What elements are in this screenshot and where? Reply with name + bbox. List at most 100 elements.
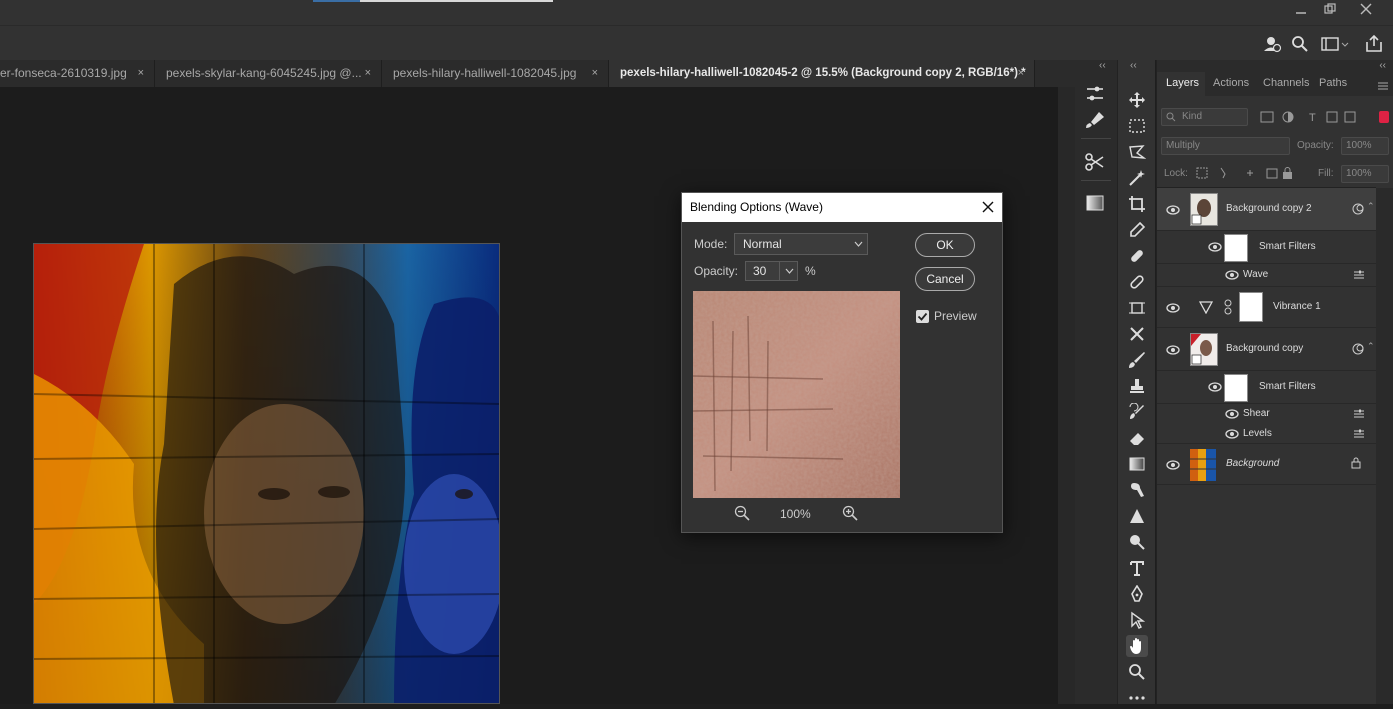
workspace-button[interactable]: [1320, 34, 1350, 54]
eyedropper-tool[interactable]: [1126, 219, 1148, 241]
more-tools-button[interactable]: [1126, 687, 1148, 709]
zoom-in-button[interactable]: [842, 505, 858, 521]
eye-icon[interactable]: [1166, 460, 1180, 470]
tab-hilary-halliwell-2[interactable]: pexels-hilary-halliwell-1082045-2 @ 15.5…: [609, 60, 1035, 87]
frame-tool[interactable]: [1126, 297, 1148, 319]
portrait-thumbnail-icon: [1191, 334, 1217, 365]
layer-background[interactable]: Background: [1157, 444, 1376, 485]
path-selection-tool[interactable]: [1126, 609, 1148, 631]
opacity-input[interactable]: 30: [745, 261, 798, 281]
layers-scrollbar[interactable]: [1376, 188, 1393, 704]
tab-hilary-halliwell[interactable]: pexels-hilary-halliwell-1082045.jpg ×: [382, 60, 609, 87]
cancel-button[interactable]: Cancel: [915, 267, 975, 291]
link-icon[interactable]: [1224, 299, 1232, 315]
blur-tool[interactable]: [1126, 479, 1148, 501]
eye-icon[interactable]: [1208, 382, 1222, 392]
ok-button[interactable]: OK: [915, 233, 975, 257]
close-window-button[interactable]: [1354, 3, 1378, 19]
filter-blend-options-icon[interactable]: [1353, 270, 1365, 280]
eyedropper-icon: [1130, 221, 1146, 237]
document-artwork[interactable]: [33, 243, 500, 704]
clone-source-button[interactable]: [1084, 152, 1106, 172]
restore-button[interactable]: [1318, 3, 1342, 19]
filter-blend-options-icon[interactable]: [1353, 429, 1365, 439]
lasso-tool[interactable]: [1126, 141, 1148, 163]
patch-tool[interactable]: [1126, 271, 1148, 293]
filter-preview[interactable]: [693, 291, 900, 498]
crop-tool[interactable]: [1126, 193, 1148, 215]
tab-paths[interactable]: Paths: [1319, 77, 1347, 89]
eye-icon[interactable]: [1166, 303, 1180, 313]
history-brush-tool[interactable]: [1126, 401, 1148, 423]
filter-shear[interactable]: Shear: [1157, 404, 1376, 424]
tab-close-icon[interactable]: ×: [592, 60, 598, 87]
filter-wave[interactable]: Wave: [1157, 264, 1376, 287]
collapse-arrow-icon[interactable]: ⌃: [1367, 341, 1375, 352]
tab-close-icon[interactable]: ×: [365, 60, 371, 87]
gradient-tool[interactable]: [1126, 453, 1148, 475]
collapse-arrow-icon[interactable]: ⌃: [1367, 201, 1375, 212]
bandage-icon: [1131, 250, 1143, 262]
layer-smart-filters-1[interactable]: Smart Filters: [1157, 231, 1376, 264]
properties-panel-button[interactable]: [1084, 84, 1106, 104]
dodge-tool[interactable]: [1126, 531, 1148, 553]
tab-close-icon[interactable]: ×: [1018, 60, 1024, 87]
magic-wand-tool[interactable]: [1126, 167, 1148, 189]
zoom-out-button[interactable]: [734, 505, 750, 521]
canvas-scrollbar[interactable]: [1058, 87, 1075, 704]
hand-tool[interactable]: [1126, 635, 1148, 657]
zoom-tool[interactable]: [1126, 661, 1148, 683]
layer-background-copy-2[interactable]: Background copy 2 ⌃: [1157, 188, 1376, 231]
clone-stamp-tool[interactable]: [1126, 375, 1148, 397]
layer-fill-field[interactable]: 100%: [1341, 165, 1389, 183]
share-button[interactable]: [1364, 34, 1384, 54]
filter-toggle[interactable]: [1379, 111, 1389, 123]
tab-close-icon[interactable]: ×: [138, 60, 144, 87]
eye-icon[interactable]: [1225, 429, 1239, 439]
filter-blend-options-icon[interactable]: [1353, 409, 1365, 419]
filter-levels[interactable]: Levels: [1157, 424, 1376, 444]
preview-label: Preview: [934, 309, 977, 323]
eraser-tool[interactable]: [1126, 427, 1148, 449]
sharpen-tool[interactable]: [1126, 505, 1148, 527]
panel-collapse-toggle[interactable]: ‹‹: [1379, 60, 1386, 71]
blend-mode-select[interactable]: Multiply: [1161, 137, 1290, 155]
layer-name: Shear: [1243, 408, 1270, 419]
marquee-tool[interactable]: [1126, 115, 1148, 137]
eye-icon[interactable]: [1166, 205, 1180, 215]
lock-icons[interactable]: [1195, 166, 1295, 180]
eye-icon[interactable]: [1225, 409, 1239, 419]
dialog-close-button[interactable]: [980, 199, 996, 215]
brush-settings-button[interactable]: [1084, 110, 1106, 130]
tab-fonseca[interactable]: er-fonseca-2610319.jpg ×: [0, 60, 155, 87]
brush-tool[interactable]: [1126, 349, 1148, 371]
gradients-panel-button[interactable]: [1085, 194, 1105, 212]
tab-skylar-kang[interactable]: pexels-skylar-kang-6045245.jpg @... ×: [155, 60, 382, 87]
move-tool[interactable]: [1126, 89, 1148, 111]
tab-actions[interactable]: Actions: [1213, 77, 1249, 89]
layer-filter-kind[interactable]: Kind: [1161, 108, 1248, 126]
learn-button[interactable]: [1262, 34, 1282, 54]
healing-brush-tool[interactable]: [1126, 245, 1148, 267]
layer-opacity-field[interactable]: 100%: [1341, 137, 1389, 155]
layer-vibrance-1[interactable]: Vibrance 1: [1157, 287, 1376, 328]
search-button[interactable]: [1290, 34, 1310, 54]
chevron-down-icon[interactable]: [785, 268, 794, 274]
eye-icon[interactable]: [1166, 345, 1180, 355]
eye-icon[interactable]: [1225, 270, 1239, 280]
preview-checkbox[interactable]: [916, 310, 929, 323]
panel-menu-button[interactable]: [1377, 80, 1389, 90]
layer-background-copy[interactable]: Background copy ⌃: [1157, 328, 1376, 371]
eye-icon[interactable]: [1208, 242, 1222, 252]
mode-select[interactable]: Normal: [734, 233, 868, 255]
tab-layers[interactable]: Layers: [1166, 77, 1199, 89]
type-tool[interactable]: [1126, 557, 1148, 579]
dialog-title-bar[interactable]: Blending Options (Wave): [682, 193, 1002, 222]
minimize-button[interactable]: [1289, 3, 1313, 19]
collapse-toggle[interactable]: ‹‹: [1099, 60, 1106, 71]
pen-tool[interactable]: [1126, 583, 1148, 605]
layer-smart-filters-2[interactable]: Smart Filters: [1157, 371, 1376, 404]
tools-collapse-toggle[interactable]: ‹‹: [1130, 60, 1137, 71]
tab-channels[interactable]: Channels: [1263, 77, 1309, 89]
cross-tool[interactable]: [1126, 323, 1148, 345]
